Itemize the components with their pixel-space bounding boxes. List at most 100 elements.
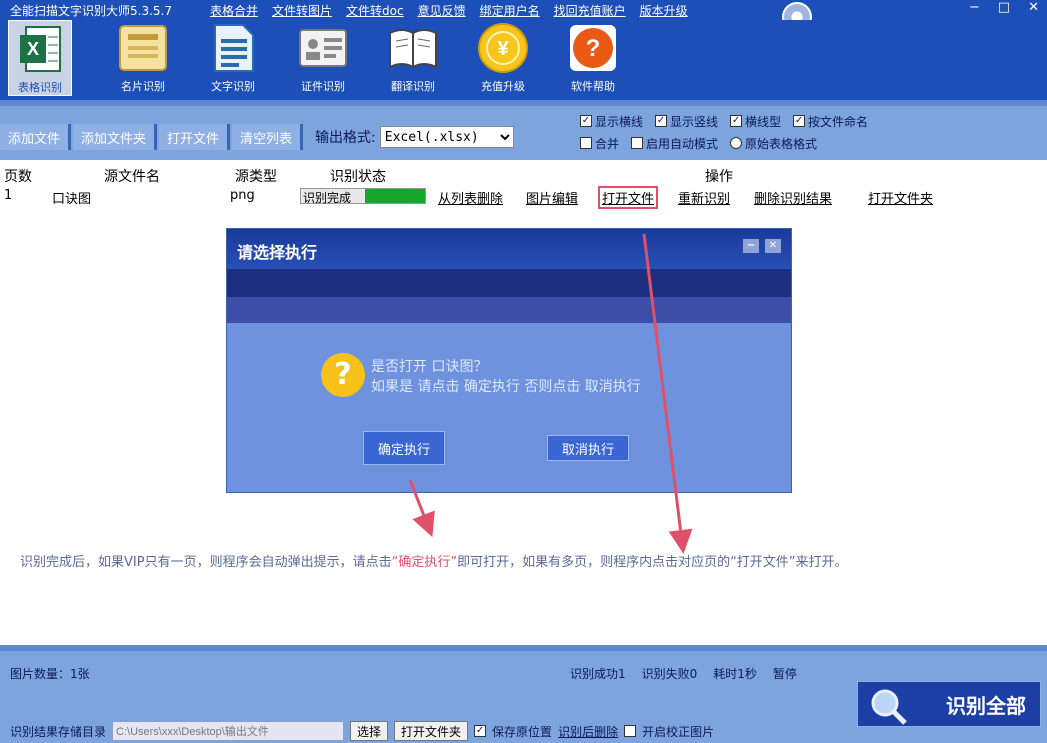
dialog-message-line1: 是否打开 口诀图？ <box>371 359 488 375</box>
recognition-stats: 识别成功1 识别失败0 耗时1秒 暂停 <box>570 665 797 682</box>
re-recognize-link[interactable]: 重新识别 <box>678 188 730 207</box>
table-row: 1 口诀图 png 识别完成 从列表删除 图片编辑 打开文件 重新识别 删除识别… <box>0 186 1047 209</box>
magnifier-icon <box>871 689 907 725</box>
help-icon: ? <box>567 22 619 74</box>
tool-help[interactable]: ? 软件帮助 <box>548 20 638 96</box>
dialog-minimize-button[interactable]: − <box>743 239 759 253</box>
pause-link[interactable]: 暂停 <box>773 665 797 682</box>
main-toolbar: X 表格识别 名片识别 文字识别 证件识别 翻译识别 ¥ 充值升级 ? 软件帮助 <box>0 20 1047 100</box>
add-folder-button[interactable]: 添加文件夹 <box>73 124 158 150</box>
option-show-vertical[interactable]: ✓ 显示竖线 <box>655 113 718 130</box>
cell-page: 1 <box>4 188 13 203</box>
output-dir-label: 识别结果存储目录 <box>10 724 107 739</box>
dialog-title: 请选择执行 <box>237 243 318 262</box>
book-icon <box>387 22 439 74</box>
checkbox[interactable]: ✓ <box>793 115 806 127</box>
open-file-link[interactable]: 打开文件 <box>598 186 659 209</box>
option-show-horizontal[interactable]: ✓ 显示横线 <box>580 113 643 130</box>
checkbox[interactable] <box>580 137 592 149</box>
svg-text:X: X <box>27 39 39 59</box>
radio-button[interactable] <box>730 137 743 149</box>
tool-label: 表格识别 <box>18 81 62 94</box>
maximize-button[interactable]: □ <box>998 0 1010 15</box>
menu-recover-account[interactable]: 找回充值账户 <box>554 2 626 19</box>
options-panel: ✓ 显示横线 ✓ 显示竖线 ✓ 横线型 ✓ 按文件命名 合并 启用自动模式 原始表格格式 <box>580 110 1040 154</box>
svg-text:¥: ¥ <box>497 38 509 60</box>
table-header: 页数 源文件名 源类型 识别状态 操作 <box>0 164 1047 185</box>
note-highlight: “确定执行” <box>391 555 458 570</box>
tool-label: 翻译识别 <box>391 80 435 93</box>
file-action-bar: 添加文件 添加文件夹 打开文件 清空列表 输出格式: Excel(.xlsx) … <box>0 100 1047 160</box>
open-file-button[interactable]: 打开文件 <box>159 124 231 150</box>
keep-location-checkbox[interactable]: ✓ <box>474 725 487 737</box>
menu-file-to-image[interactable]: 文件转图片 <box>272 2 332 19</box>
option-merge[interactable]: 合并 <box>580 135 619 152</box>
tool-recharge[interactable]: ¥ 充值升级 <box>458 20 548 96</box>
correct-image-checkbox[interactable] <box>624 725 637 737</box>
tool-label: 文字识别 <box>211 80 255 93</box>
tool-id-recognition[interactable]: 证件识别 <box>278 20 368 96</box>
option-original-format[interactable]: 原始表格格式 <box>730 135 817 152</box>
stat-failed: 识别失败0 <box>641 667 698 681</box>
menu-table-merge[interactable]: 表格合并 <box>210 2 258 19</box>
minimize-button[interactable]: − <box>969 0 980 15</box>
dialog-body: ? 是否打开 口诀图？ 如果是 请点击 确定执行 否则点击 取消执行 确定执行 … <box>227 323 791 493</box>
menu-bind-user[interactable]: 绑定用户名 <box>480 2 540 19</box>
option-auto-mode[interactable]: 启用自动模式 <box>631 135 718 152</box>
tool-text-recognition[interactable]: 文字识别 <box>188 20 278 96</box>
menu-upgrade[interactable]: 版本升级 <box>640 2 688 19</box>
recognize-all-label: 识别全部 <box>946 693 1026 718</box>
tool-label: 证件识别 <box>301 80 345 93</box>
output-dir-input[interactable] <box>112 721 345 741</box>
delete-after-recognize-link[interactable]: 识别后删除 <box>558 723 618 740</box>
dialog-close-button[interactable]: ✕ <box>765 239 781 253</box>
correct-image-label: 开启校正图片 <box>642 724 715 739</box>
svg-text:?: ? <box>586 35 601 62</box>
document-icon <box>207 22 259 74</box>
checkbox[interactable]: ✓ <box>655 115 668 127</box>
tool-card-recognition[interactable]: 名片识别 <box>98 20 188 96</box>
image-count: 图片数量：1张 <box>10 667 90 681</box>
col-filename: 源文件名 <box>104 169 160 185</box>
col-type: 源类型 <box>235 169 277 185</box>
keep-location-label: 保存原位置 <box>492 724 553 739</box>
confirm-execute-button[interactable]: 确定执行 <box>363 431 446 465</box>
col-status: 识别状态 <box>330 169 386 185</box>
tool-translate-recognition[interactable]: 翻译识别 <box>368 20 458 96</box>
recognize-all-button[interactable]: 识别全部 <box>857 681 1041 727</box>
question-icon: ? <box>321 353 365 397</box>
coin-icon: ¥ <box>477 22 529 74</box>
output-format-select[interactable]: Excel(.xlsx) <box>379 126 514 148</box>
menu-file-to-doc[interactable]: 文件转doc <box>346 2 404 19</box>
output-format-label: 输出格式: <box>315 130 376 146</box>
open-output-folder-button[interactable]: 打开文件夹 <box>394 721 469 741</box>
menu-feedback[interactable]: 意见反馈 <box>418 2 466 19</box>
delete-result-link[interactable]: 删除识别结果 <box>754 188 832 207</box>
cancel-execute-button[interactable]: 取消执行 <box>547 435 630 461</box>
option-name-by-file[interactable]: ✓ 按文件命名 <box>793 113 868 130</box>
dialog-title-bar: 请选择执行 − ✕ <box>227 229 791 269</box>
tool-table-recognition[interactable]: X 表格识别 <box>8 20 72 96</box>
output-directory-row: 识别结果存储目录 选择 打开文件夹 ✓ 保存原位置 识别后删除 开启校正图片 <box>10 721 714 741</box>
dialog-band <box>227 297 791 323</box>
add-file-button[interactable]: 添加文件 <box>0 124 72 150</box>
remove-from-list-link[interactable]: 从列表删除 <box>438 188 503 207</box>
option-horizontal-type[interactable]: ✓ 横线型 <box>730 113 781 130</box>
stat-time: 耗时1秒 <box>713 667 757 681</box>
stat-success: 识别成功1 <box>570 667 626 681</box>
confirm-label: 确定执行 <box>378 442 431 458</box>
browse-button[interactable]: 选择 <box>350 721 389 741</box>
close-button[interactable]: ✕ <box>1028 0 1039 15</box>
note-part-b: 即可打开，如果有多页，则程序内点击对应页的“打开文件”来打开。 <box>457 555 848 570</box>
open-folder-link[interactable]: 打开文件夹 <box>868 188 933 207</box>
col-page: 页数 <box>4 169 32 185</box>
clear-list-button[interactable]: 清空列表 <box>232 124 304 150</box>
checkbox[interactable]: ✓ <box>730 115 743 127</box>
progress-fill <box>365 189 425 203</box>
bottom-panel: 图片数量：1张 识别成功1 识别失败0 耗时1秒 暂停 识别全部 识别结果存储目… <box>0 645 1047 743</box>
checkbox[interactable]: ✓ <box>580 115 592 127</box>
tool-label: 软件帮助 <box>571 80 615 93</box>
checkbox[interactable] <box>631 137 644 149</box>
image-edit-link[interactable]: 图片编辑 <box>526 188 578 207</box>
confirm-dialog: 请选择执行 − ✕ ? 是否打开 口诀图？ 如果是 请点击 确定执行 否则点击 … <box>226 228 792 493</box>
